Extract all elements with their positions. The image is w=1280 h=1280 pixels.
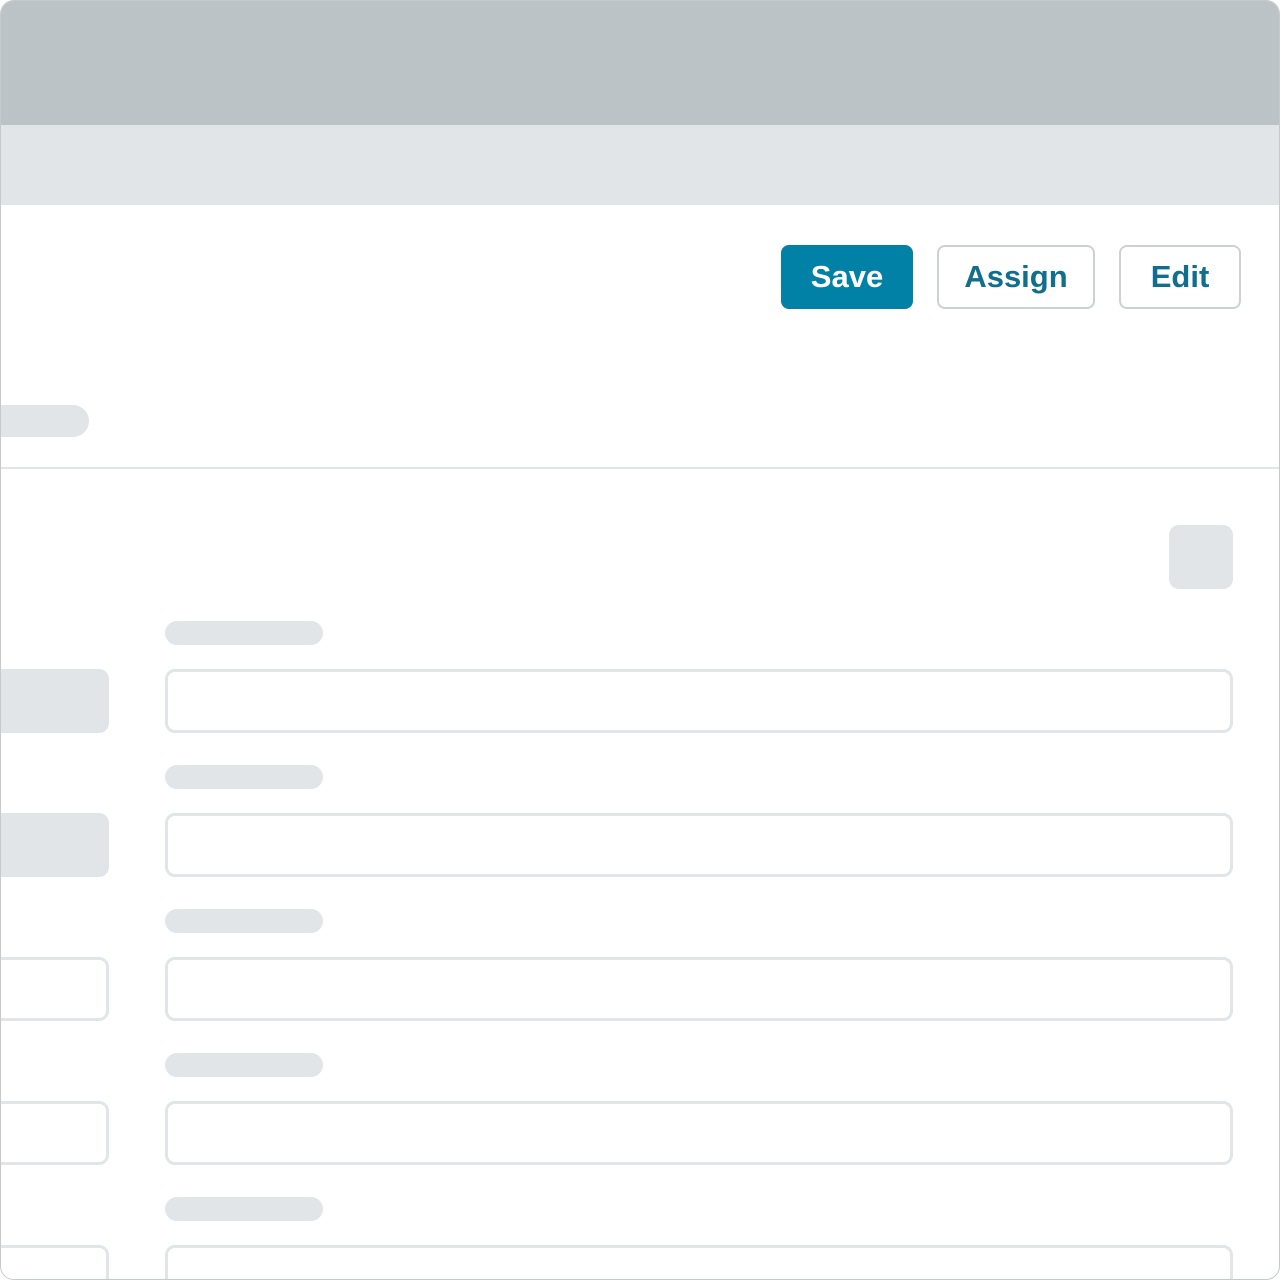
field-label-placeholder xyxy=(165,621,323,645)
field-label-placeholder xyxy=(165,765,323,789)
form-field-4[interactable] xyxy=(165,1101,1233,1165)
field-label-placeholder xyxy=(165,1053,323,1077)
form-field-5[interactable] xyxy=(165,1245,1233,1279)
title-bar xyxy=(1,1,1279,125)
assign-button[interactable]: Assign xyxy=(937,245,1095,309)
form-field-3[interactable] xyxy=(165,957,1233,1021)
form-field-2[interactable] xyxy=(165,813,1233,877)
save-button[interactable]: Save xyxy=(781,245,913,309)
side-item-placeholder[interactable] xyxy=(1,669,109,733)
section-divider xyxy=(1,467,1279,469)
panel-action-button[interactable] xyxy=(1169,525,1233,589)
form-field-1[interactable] xyxy=(165,669,1233,733)
breadcrumb-placeholder xyxy=(1,405,89,437)
side-item-placeholder[interactable] xyxy=(1,813,109,877)
side-input-placeholder[interactable] xyxy=(1,1101,109,1165)
field-label-placeholder xyxy=(165,1197,323,1221)
field-label-placeholder xyxy=(165,909,323,933)
side-input-placeholder[interactable] xyxy=(1,957,109,1021)
app-window: Save Assign Edit xyxy=(0,0,1280,1280)
edit-button[interactable]: Edit xyxy=(1119,245,1241,309)
side-input-placeholder[interactable] xyxy=(1,1245,109,1279)
navigation-bar xyxy=(1,125,1279,205)
